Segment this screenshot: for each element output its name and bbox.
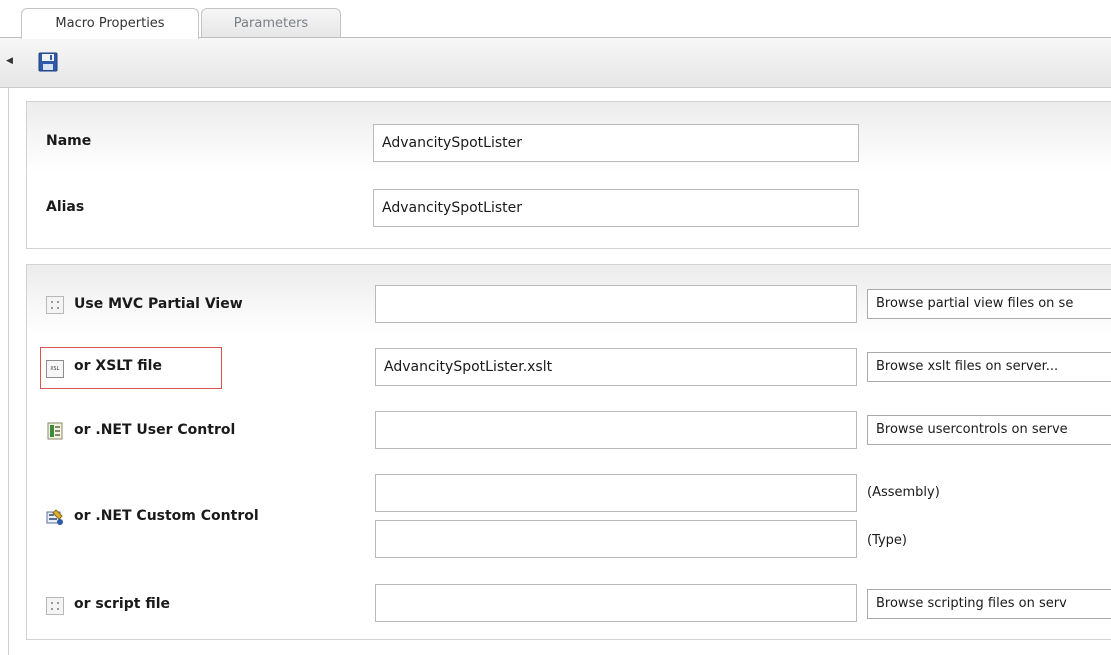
content-area: Name AdvancitySpotLister Alias Advancity… [8,88,1111,655]
tab-bar: Macro Properties Parameters [0,0,1111,39]
user-control-input[interactable] [375,411,857,449]
file-dots-icon [46,296,64,314]
file-dots-icon [46,597,64,615]
mvc-partial-view-label: Use MVC Partial View [74,296,243,312]
type-note: (Type) [867,533,908,548]
alias-input[interactable]: AdvancitySpotLister [373,189,859,227]
name-label: Name [46,133,92,149]
custom-control-assembly-input[interactable] [375,474,857,512]
name-input[interactable]: AdvancitySpotLister [373,124,859,162]
browse-usercontrols-select[interactable]: Browse usercontrols on serve [867,415,1111,445]
script-file-input[interactable] [375,584,857,622]
custom-control-label: or .NET Custom Control [74,508,259,524]
user-control-icon [47,422,63,440]
xsl-file-icon: XSL [46,360,64,378]
script-file-label: or script file [74,596,170,612]
macro-source-panel: Use MVC Partial View Browse partial view… [26,264,1111,640]
triangle-left-icon[interactable]: ◀ [6,56,13,66]
browse-xslt-select[interactable]: Browse xslt files on server... [867,352,1111,382]
toolbar: ◀ [0,38,1111,88]
assembly-note: (Assembly) [867,485,940,500]
user-control-label: or .NET User Control [74,422,236,438]
tab-macro-properties[interactable]: Macro Properties [21,8,199,39]
mvc-partial-view-input[interactable] [375,285,857,323]
save-icon[interactable] [38,52,58,72]
custom-control-type-input[interactable] [375,520,857,558]
xslt-file-label: or XSLT file [74,358,162,374]
browse-scripting-select[interactable]: Browse scripting files on serv [867,589,1111,619]
custom-control-icon [46,509,63,525]
macro-info-panel: Name AdvancitySpotLister Alias Advancity… [26,101,1111,249]
alias-label: Alias [46,199,85,215]
xslt-file-input[interactable]: AdvancitySpotLister.xslt [375,348,857,386]
browse-partial-view-select[interactable]: Browse partial view files on se [867,289,1111,319]
tab-parameters[interactable]: Parameters [201,8,341,38]
